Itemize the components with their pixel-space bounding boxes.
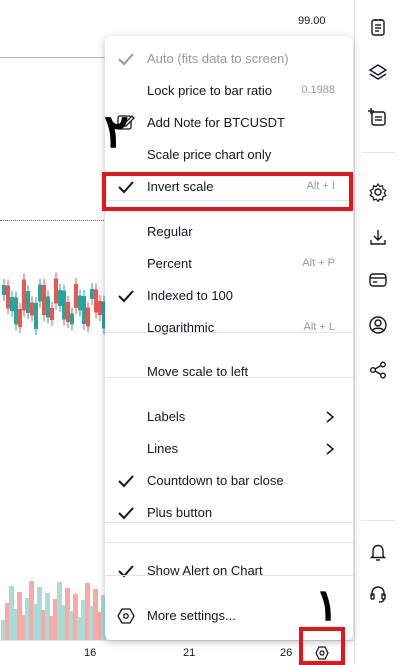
share-icon: [370, 361, 386, 379]
download-icon: [370, 230, 386, 245]
chevron-right-icon: [326, 411, 335, 423]
menu-item-label: Countdown to bar close: [147, 473, 284, 488]
layers-icon: [368, 64, 388, 80]
candle-body: [98, 301, 102, 315]
add-note-icon: [368, 108, 386, 126]
menu-item-label: Add Note for BTCUSDT: [147, 115, 285, 130]
user-icon: [369, 316, 387, 334]
chevron-right-icon: [326, 443, 335, 455]
candle-body: [78, 295, 82, 311]
checkmark-icon: [118, 53, 134, 66]
settings-button-highlight-box: [299, 627, 345, 665]
alerts-button[interactable]: [364, 538, 392, 566]
candle-body: [74, 284, 78, 308]
settings-hex-icon: [117, 608, 135, 624]
support-headset-icon: [370, 586, 386, 603]
candle-body: [58, 290, 62, 306]
menu-separator: [105, 377, 353, 378]
menu-item-lock-price-to-bar-ratio[interactable]: Lock price to bar ratio 0.1988: [105, 75, 353, 107]
candle-body: [18, 309, 22, 327]
price-scale-context-menu: Auto (fits data to screen) Lock price to …: [105, 36, 353, 640]
menu-item-scale-price-chart-only[interactable]: Scale price chart only: [105, 139, 353, 171]
candle-body: [34, 303, 38, 329]
candle-body: [2, 285, 6, 295]
menu-item-regular[interactable]: Regular: [105, 216, 353, 248]
menu-item-auto-fits-data-to-screen: Auto (fits data to screen): [105, 43, 353, 75]
candle-body: [86, 307, 90, 327]
card-icon: [369, 273, 387, 287]
time-label: 26: [280, 647, 293, 659]
menu-item-plus-button[interactable]: Plus button: [105, 497, 353, 529]
time-label: 16: [84, 647, 97, 659]
add-note-button[interactable]: [364, 103, 392, 131]
candle-body: [46, 296, 50, 318]
menu-item-labels[interactable]: Labels: [105, 401, 353, 433]
share-button[interactable]: [364, 356, 392, 384]
card-button[interactable]: [364, 266, 392, 294]
menu-item-label: More settings...: [147, 608, 236, 623]
menu-item-label: Regular: [147, 224, 193, 239]
checkmark-icon: [118, 565, 134, 578]
settings-gear-icon: [369, 182, 387, 202]
menu-item-label: Percent: [147, 256, 192, 271]
settings-button[interactable]: [364, 178, 392, 206]
candle-body: [70, 313, 74, 325]
menu-item-shortcut: 0.1988: [301, 84, 335, 96]
menu-separator: [105, 522, 353, 523]
candle-body: [82, 296, 86, 324]
menu-item-lines[interactable]: Lines: [105, 433, 353, 465]
menu-item-label: Lock price to bar ratio: [147, 83, 273, 98]
annotation-step-2: ٢: [104, 104, 129, 158]
candle-body: [22, 279, 26, 311]
candle-body: [66, 302, 70, 322]
invert-scale-highlight-box: [102, 172, 353, 211]
toolbar-divider: [361, 520, 395, 521]
candle-body: [6, 285, 10, 309]
candle-body: [94, 289, 98, 313]
candle-body: [90, 289, 94, 299]
menu-separator: [105, 332, 353, 333]
menu-item-label: Plus button: [147, 505, 213, 520]
menu-item-label: Indexed to 100: [147, 288, 234, 303]
candle-body: [26, 291, 30, 313]
alert-bell-icon: [369, 544, 387, 561]
menu-item-indexed-to-100[interactable]: Indexed to 100: [105, 280, 353, 312]
watchlist-button[interactable]: [364, 13, 392, 41]
candle-body: [14, 297, 18, 325]
menu-item-label: Lines: [147, 441, 179, 456]
support-button[interactable]: [364, 580, 392, 608]
checkmark-icon: [118, 475, 134, 488]
candle-body: [10, 297, 14, 311]
menu-separator: [105, 542, 353, 543]
menu-item-add-note-for-btcusdt[interactable]: Add Note for BTCUSDT: [105, 107, 353, 139]
right-toolbar: [354, 0, 401, 665]
watchlist-icon: [371, 19, 385, 36]
profile-button[interactable]: [364, 311, 392, 339]
price-axis-top-label: 99.00: [298, 15, 326, 27]
checkmark-icon: [118, 290, 134, 303]
candle-body: [54, 278, 58, 304]
candle-body: [30, 302, 34, 316]
menu-item-label: Auto (fits data to screen): [147, 51, 289, 66]
menu-item-label: Scale price chart only: [147, 147, 272, 162]
annotation-step-1: ١: [315, 580, 339, 631]
checkmark-icon: [118, 507, 134, 520]
menu-item-label: Labels: [147, 409, 186, 424]
candle-body: [50, 308, 54, 320]
layers-button[interactable]: [364, 58, 392, 86]
menu-item-countdown-to-bar-close[interactable]: Countdown to bar close: [105, 465, 353, 497]
menu-item-move-scale-to-left[interactable]: Move scale to left: [105, 356, 353, 388]
time-label: 21: [183, 647, 196, 659]
menu-item-logarithmic[interactable]: Logarithmic Alt + L: [105, 312, 353, 344]
menu-item-percent[interactable]: Percent Alt + P: [105, 248, 353, 280]
toolbar-divider: [361, 152, 395, 153]
download-button[interactable]: [364, 223, 392, 251]
candle-body: [42, 285, 46, 315]
menu-separator: [105, 575, 353, 576]
candle-body: [38, 284, 42, 302]
candle-body: [62, 290, 66, 320]
menu-item-shortcut: Alt + P: [302, 257, 335, 269]
